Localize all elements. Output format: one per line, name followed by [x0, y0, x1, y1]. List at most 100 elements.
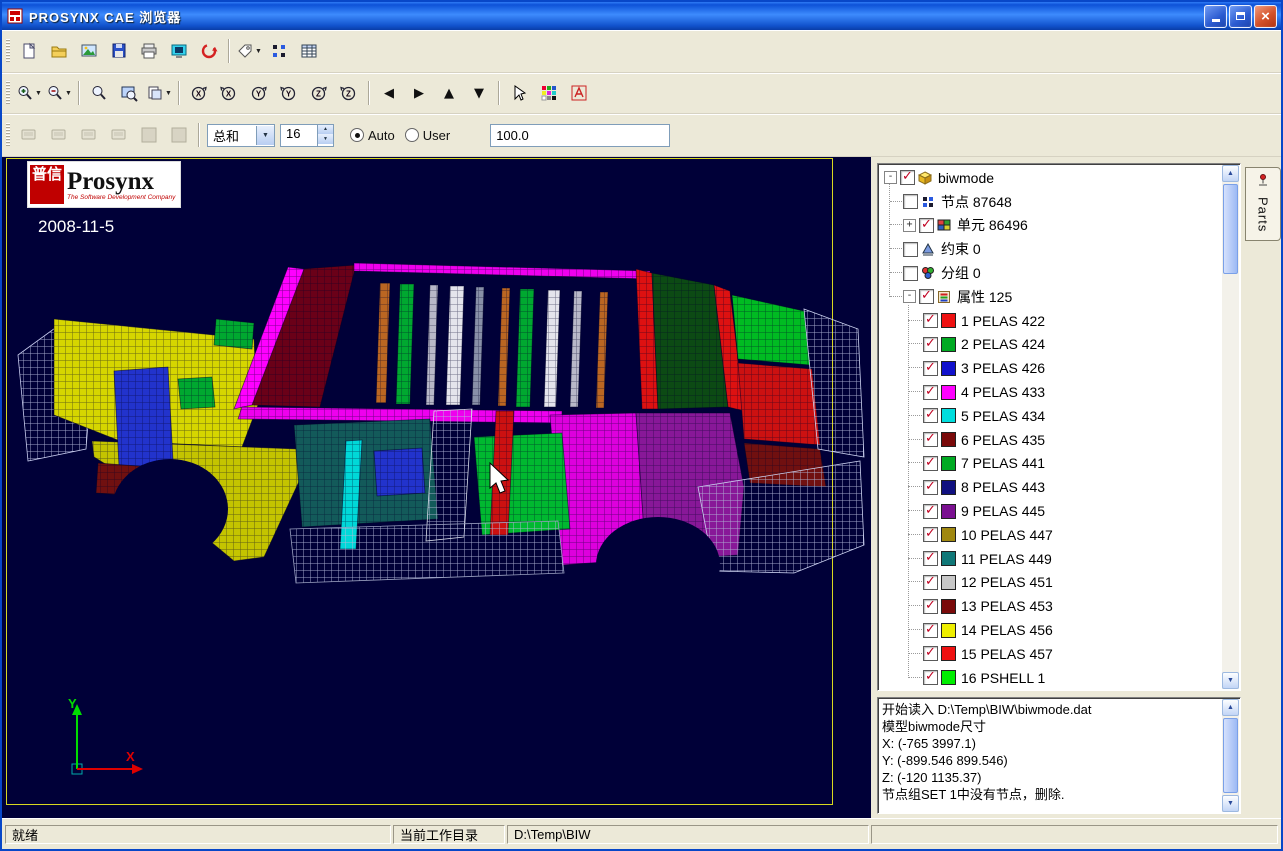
- tree-item[interactable]: 节点 87648: [880, 190, 1220, 214]
- display-mode-button[interactable]: ▼: [144, 79, 174, 107]
- tree-property-item[interactable]: ✓4 PELAS 433: [880, 380, 1220, 404]
- tree-checkbox[interactable]: ✓: [923, 456, 938, 471]
- rotate-x-minus-button[interactable]: X: [184, 79, 214, 107]
- tree-item-label[interactable]: 8 PELAS 443: [961, 479, 1045, 495]
- auto-radio[interactable]: [350, 128, 364, 142]
- tree-item-label[interactable]: 12 PELAS 451: [961, 574, 1053, 590]
- tree-item-label[interactable]: 单元 86496: [957, 215, 1028, 235]
- color-palette-button[interactable]: [534, 79, 564, 107]
- combo-dropdown-button[interactable]: ▼: [256, 126, 274, 145]
- tree-property-item[interactable]: ✓ 8 PELAS 443: [880, 475, 1220, 499]
- tree-checkbox[interactable]: ✓: [919, 218, 934, 233]
- tree-checkbox[interactable]: ✓: [923, 623, 938, 638]
- select-pointer-button[interactable]: [504, 79, 534, 107]
- tag-dropdown-button[interactable]: ▼: [234, 37, 264, 65]
- toolbar-grip[interactable]: [6, 81, 10, 105]
- tree-item-label[interactable]: 1 PELAS 422: [961, 313, 1045, 329]
- tree-item-label[interactable]: 11 PELAS 449: [961, 551, 1052, 567]
- tree-expander[interactable]: -: [903, 290, 916, 303]
- scroll-down-button[interactable]: ▼: [1222, 672, 1239, 689]
- car-model-scene[interactable]: Y X: [2, 157, 871, 818]
- rotate-y-plus-button[interactable]: Y: [274, 79, 304, 107]
- tree-checkbox[interactable]: ✓: [923, 337, 938, 352]
- tree-item-label[interactable]: 2 PELAS 424: [961, 336, 1045, 352]
- tree-property-item[interactable]: ✓ 3 PELAS 426: [880, 356, 1220, 380]
- tree-property-item[interactable]: ✓ 9 PELAS 445: [880, 499, 1220, 523]
- tree-checkbox[interactable]: ✓: [923, 670, 938, 685]
- print-button[interactable]: [134, 37, 164, 65]
- annotate-button[interactable]: [564, 79, 594, 107]
- tree-item-label[interactable]: 5 PELAS 434: [961, 408, 1045, 424]
- tree-checkbox[interactable]: [903, 266, 918, 281]
- tree-item-label[interactable]: 分组 0: [941, 263, 981, 283]
- tree-property-item[interactable]: ✓ 14 PELAS 456: [880, 618, 1220, 642]
- tree-item[interactable]: 约束 0: [880, 237, 1220, 261]
- tree-expander[interactable]: -: [884, 171, 897, 184]
- pan-right-button[interactable]: ▶: [404, 79, 434, 107]
- tree-checkbox[interactable]: ✓: [923, 408, 938, 423]
- tree-property-item[interactable]: ✓ 1 PELAS 422: [880, 309, 1220, 333]
- spinner-up-button[interactable]: ▲: [318, 125, 333, 135]
- pan-up-button[interactable]: ▲: [434, 79, 464, 107]
- tree-property-item[interactable]: ✓ 12 PELAS 451: [880, 571, 1220, 595]
- tree-item-label[interactable]: 节点 87648: [941, 192, 1012, 212]
- tree-item-label[interactable]: 14 PELAS 456: [961, 622, 1053, 638]
- tree-property-item[interactable]: ✓13 PELAS 453: [880, 594, 1220, 618]
- tree-property-item[interactable]: ✓6 PELAS 435: [880, 428, 1220, 452]
- capture-button[interactable]: [164, 37, 194, 65]
- tree-checkbox[interactable]: [903, 194, 918, 209]
- scroll-track[interactable]: [1222, 182, 1239, 672]
- tree-checkbox[interactable]: ✓: [923, 504, 938, 519]
- redraw-button[interactable]: [194, 37, 224, 65]
- tree-checkbox[interactable]: ✓: [919, 289, 934, 304]
- maximize-button[interactable]: [1229, 5, 1252, 28]
- scroll-up-button[interactable]: ▲: [1222, 699, 1239, 716]
- tree-checkbox[interactable]: ✓: [923, 432, 938, 447]
- tree-property-item[interactable]: ✓ 10 PELAS 447: [880, 523, 1220, 547]
- save-button[interactable]: [104, 37, 134, 65]
- tree-checkbox[interactable]: ✓: [923, 575, 938, 590]
- scroll-thumb[interactable]: [1223, 718, 1238, 793]
- tree-checkbox[interactable]: ✓: [923, 361, 938, 376]
- tree-item-label[interactable]: 9 PELAS 445: [961, 503, 1045, 519]
- open-file-button[interactable]: [44, 37, 74, 65]
- minimize-button[interactable]: [1204, 5, 1227, 28]
- scroll-down-button[interactable]: ▼: [1222, 795, 1239, 812]
- result-type-combo[interactable]: 总和 ▼: [207, 124, 275, 147]
- tree-checkbox[interactable]: ✓: [923, 480, 938, 495]
- tree-item-label[interactable]: 3 PELAS 426: [961, 360, 1045, 376]
- node-matrix-button[interactable]: [264, 37, 294, 65]
- spinner-down-button[interactable]: ▼: [318, 134, 333, 144]
- toolbar-grip[interactable]: [6, 123, 10, 147]
- tree-checkbox[interactable]: ✓: [923, 313, 938, 328]
- tree-item[interactable]: 分组 0: [880, 261, 1220, 285]
- tree-item-label[interactable]: 10 PELAS 447: [961, 527, 1053, 543]
- tree-checkbox[interactable]: ✓: [923, 551, 938, 566]
- model-viewport[interactable]: Y X 普信 Prosynx The Software Development …: [2, 157, 871, 818]
- tree-item-label[interactable]: 15 PELAS 457: [961, 646, 1053, 662]
- tree-item-label[interactable]: 属性 125: [957, 287, 1012, 307]
- scroll-track[interactable]: [1222, 716, 1239, 795]
- toolbar-grip[interactable]: [6, 39, 10, 63]
- rotate-z-plus-button[interactable]: Z: [334, 79, 364, 107]
- tree-checkbox[interactable]: ✓: [923, 646, 938, 661]
- tree-checkbox[interactable]: ✓: [923, 599, 938, 614]
- tree-scrollbar[interactable]: ▲ ▼: [1222, 165, 1239, 689]
- tree-item-label[interactable]: 7 PELAS 441: [961, 455, 1045, 471]
- tree-checkbox[interactable]: ✓: [923, 385, 938, 400]
- tree-checkbox[interactable]: [903, 242, 918, 257]
- tree-property-item[interactable]: ✓ 5 PELAS 434: [880, 404, 1220, 428]
- parts-tab[interactable]: Parts: [1245, 167, 1281, 241]
- tree-item-label[interactable]: 约束 0: [941, 239, 981, 259]
- tree-expander[interactable]: +: [903, 219, 916, 232]
- tree-property-item[interactable]: ✓ 7 PELAS 441: [880, 452, 1220, 476]
- close-button[interactable]: ×: [1254, 5, 1277, 28]
- import-model-button[interactable]: [74, 37, 104, 65]
- tree-checkbox[interactable]: ✓: [923, 527, 938, 542]
- zoom-window-button[interactable]: [114, 79, 144, 107]
- frame-count-spinner[interactable]: 16 ▲▼: [280, 124, 334, 147]
- tree-item-label[interactable]: 16 PSHELL 1: [961, 670, 1045, 686]
- tree-property-item[interactable]: ✓ 11 PELAS 449: [880, 547, 1220, 571]
- tree-property-item[interactable]: ✓ 15 PELAS 457: [880, 642, 1220, 666]
- rotate-y-minus-button[interactable]: Y: [244, 79, 274, 107]
